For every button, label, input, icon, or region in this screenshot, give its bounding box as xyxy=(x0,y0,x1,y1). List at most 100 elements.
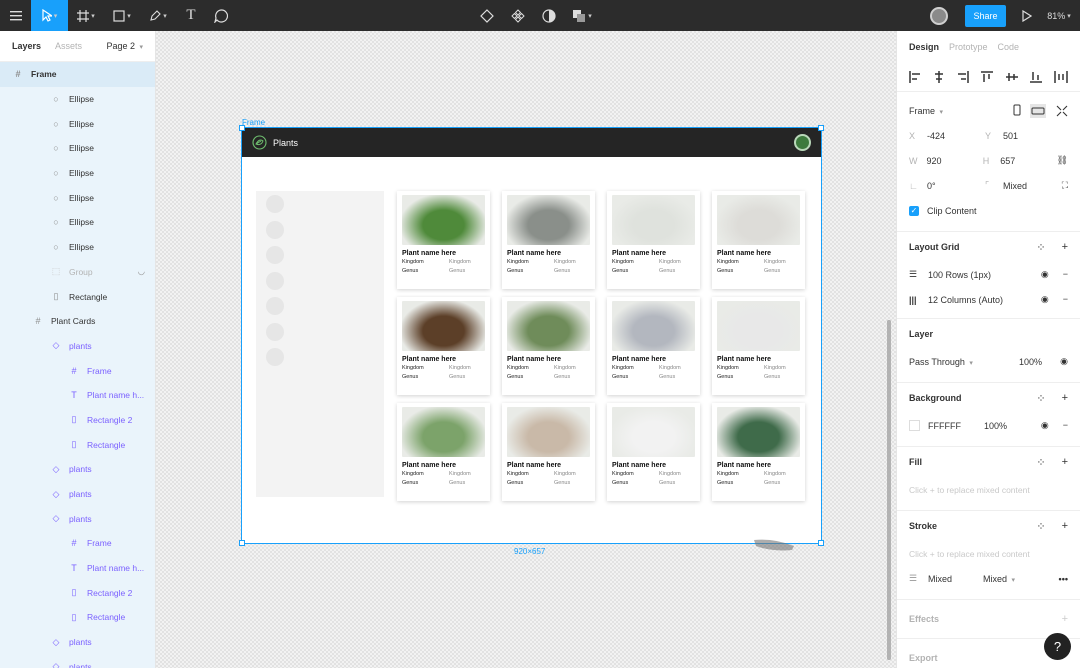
clip-content-checkbox[interactable]: ✓ xyxy=(909,205,919,216)
help-button[interactable]: ? xyxy=(1044,633,1071,660)
styles-icon[interactable]: ⁘ xyxy=(1036,456,1045,469)
tab-prototype[interactable]: Prototype xyxy=(949,42,988,52)
resize-handle[interactable] xyxy=(239,540,245,546)
align-center-v-icon[interactable] xyxy=(1005,71,1018,83)
portrait-icon[interactable] xyxy=(1012,104,1022,116)
plant-card[interactable]: Plant name here Kingdom Kingdom Genus Genus xyxy=(397,403,490,501)
layer-item[interactable]: ▯ Rectangle xyxy=(0,605,155,630)
y-field[interactable]: 501 xyxy=(1003,131,1061,141)
width-field[interactable]: 920 xyxy=(926,156,982,166)
height-field[interactable]: 657 xyxy=(1000,156,1056,166)
eye-icon[interactable]: ◉ xyxy=(1041,294,1049,305)
align-top-icon[interactable] xyxy=(981,70,994,83)
remove-icon[interactable]: − xyxy=(1063,420,1068,431)
layer-item[interactable]: T Plant name h... xyxy=(0,382,155,408)
layer-item[interactable]: ○ Ellipse xyxy=(0,185,155,211)
independent-corners-icon[interactable]: ⛶ xyxy=(1062,180,1068,191)
tab-design[interactable]: Design xyxy=(909,42,939,52)
tab-layers[interactable]: Layers xyxy=(12,41,41,51)
resize-handle[interactable] xyxy=(818,125,824,131)
component-button[interactable] xyxy=(502,0,533,31)
frame-name-label[interactable]: Frame xyxy=(242,118,265,127)
resize-to-fit-icon[interactable] xyxy=(1056,105,1068,117)
eye-icon[interactable]: ◉ xyxy=(1060,356,1068,367)
plant-card[interactable]: Plant name here Kingdom Kingdom Genus Genus xyxy=(502,297,595,395)
rows-grid-icon[interactable]: ☰ xyxy=(909,269,928,280)
tab-code[interactable]: Code xyxy=(998,42,1020,52)
align-right-icon[interactable] xyxy=(957,70,970,83)
stroke-style[interactable]: Mixed xyxy=(928,574,983,584)
plant-card[interactable]: Plant name here Kingdom Kingdom Genus Genus xyxy=(502,403,595,501)
shape-tool-button[interactable]: ▾ xyxy=(104,0,140,31)
remove-icon[interactable]: − xyxy=(1063,294,1068,305)
layer-item[interactable]: ◇ plants xyxy=(0,333,155,359)
layer-item[interactable]: ◇ plants xyxy=(0,506,155,532)
boolean-button[interactable]: ▾ xyxy=(564,0,600,31)
edit-object-button[interactable] xyxy=(471,0,502,31)
tab-assets[interactable]: Assets xyxy=(55,41,82,51)
pen-tool-button[interactable]: ▾ xyxy=(140,0,176,31)
grid-rows-label[interactable]: 100 Rows (1px) xyxy=(928,270,991,280)
add-icon[interactable]: + xyxy=(1062,520,1068,533)
comment-tool-button[interactable] xyxy=(206,0,236,31)
more-options-icon[interactable]: ••• xyxy=(1059,574,1068,584)
page-selector[interactable]: Page 2 ▾ xyxy=(106,41,143,51)
add-icon[interactable]: + xyxy=(1062,456,1068,469)
layer-item[interactable]: ◇ plants xyxy=(0,654,155,668)
zoom-dropdown[interactable]: 81% ▾ xyxy=(1038,0,1080,31)
resize-handle[interactable] xyxy=(818,540,824,546)
layer-item[interactable]: ⬚ Group ◡ xyxy=(0,259,155,285)
constrain-proportions-icon[interactable]: ⛓ xyxy=(1057,155,1068,166)
resize-handle[interactable] xyxy=(239,125,245,131)
stroke-weight-dropdown[interactable]: Mixed ▾ xyxy=(983,574,1015,584)
layer-item[interactable]: ○ Ellipse xyxy=(0,234,155,260)
plant-card[interactable]: Plant name here Kingdom Kingdom Genus Genus xyxy=(712,403,805,501)
hex-field[interactable]: FFFFFF xyxy=(928,421,984,431)
layer-item[interactable]: ◇ plants xyxy=(0,629,155,655)
columns-grid-icon[interactable]: ||| xyxy=(909,295,928,305)
layer-item[interactable]: # Frame xyxy=(0,62,155,87)
layer-item[interactable]: ◇ plants xyxy=(0,481,155,507)
eye-icon[interactable]: ◉ xyxy=(1041,420,1049,431)
panel-scrollbar[interactable] xyxy=(887,320,891,660)
layer-item[interactable]: # Frame xyxy=(0,531,155,556)
layer-item[interactable]: ○ Ellipse xyxy=(0,160,155,186)
align-left-icon[interactable] xyxy=(909,70,921,83)
styles-icon[interactable]: ⁘ xyxy=(1036,520,1045,533)
add-icon[interactable]: + xyxy=(1062,241,1068,254)
x-field[interactable]: -424 xyxy=(927,131,985,141)
blend-mode-dropdown[interactable]: Pass Through ▾ xyxy=(909,357,1019,367)
layer-item[interactable]: ▯ Rectangle 2 xyxy=(0,580,155,606)
color-swatch[interactable] xyxy=(909,420,920,431)
plant-card[interactable]: Plant name here Kingdom Kingdom Genus Genus xyxy=(712,297,805,395)
plant-card[interactable]: Plant name here Kingdom Kingdom Genus Genus xyxy=(502,191,595,289)
grid-styles-icon[interactable]: ⁘ xyxy=(1036,241,1045,254)
remove-icon[interactable]: − xyxy=(1063,269,1068,280)
main-menu-button[interactable] xyxy=(0,0,31,31)
layer-item[interactable]: # Plant Cards xyxy=(0,308,155,334)
frame[interactable]: Plants Plant name here Kingdom Kingdom Genu… xyxy=(239,125,824,546)
opacity-field[interactable]: 100% xyxy=(984,421,1007,431)
plant-card[interactable]: Plant name here Kingdom Kingdom Genus Genus xyxy=(607,403,700,501)
frame-tool-button[interactable]: ▾ xyxy=(68,0,104,31)
distribute-icon[interactable] xyxy=(1054,70,1068,83)
layer-item[interactable]: ▯ Rectangle xyxy=(0,284,155,309)
profile-avatar[interactable] xyxy=(794,134,811,151)
plant-card[interactable]: Plant name here Kingdom Kingdom Genus Genus xyxy=(397,297,490,395)
present-button[interactable] xyxy=(1016,0,1038,31)
layer-item[interactable]: # Frame xyxy=(0,358,155,383)
plant-card[interactable]: Plant name here Kingdom Kingdom Genus Genus xyxy=(607,191,700,289)
move-tool-button[interactable]: ▾ xyxy=(31,0,68,31)
frame-preset-dropdown[interactable]: Frame ▾ xyxy=(909,106,943,116)
align-bottom-icon[interactable] xyxy=(1029,71,1042,83)
grid-columns-label[interactable]: 12 Columns (Auto) xyxy=(928,295,1003,305)
align-center-h-icon[interactable] xyxy=(933,70,945,83)
layer-item[interactable]: ▯ Rectangle 2 xyxy=(0,407,155,433)
layer-item[interactable]: ▯ Rectangle xyxy=(0,432,155,457)
layer-item[interactable]: ○ Ellipse xyxy=(0,136,155,161)
text-tool-button[interactable]: T xyxy=(176,0,206,31)
share-button[interactable]: Share xyxy=(965,4,1006,27)
opacity-field[interactable]: 100% xyxy=(1019,357,1042,367)
radius-field[interactable]: Mixed xyxy=(1003,181,1061,191)
user-avatar[interactable] xyxy=(930,6,948,25)
